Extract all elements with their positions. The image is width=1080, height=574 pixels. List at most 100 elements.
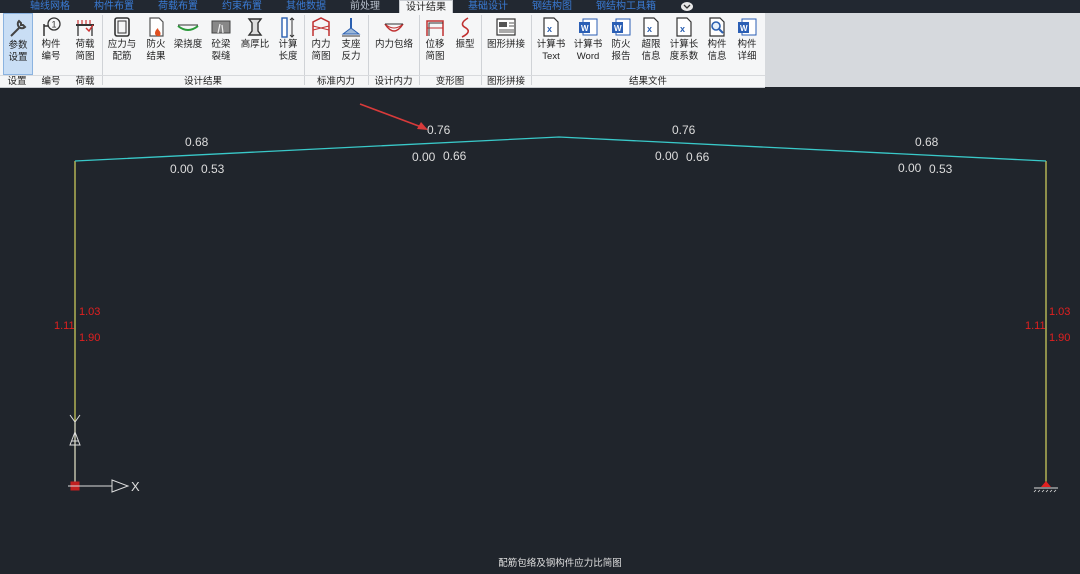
tab-preprocess[interactable]: 前处理 [350, 1, 380, 13]
member-info-label: 构件 信息 [707, 39, 727, 62]
stress-ratio-button[interactable]: 应力与 配筋 [105, 13, 139, 75]
beam-label-midright-top: 0.76 [672, 123, 696, 137]
beam-deflection-button[interactable]: 梁挠度 [172, 13, 204, 75]
group-label-stitch: 图形拼接 [481, 75, 531, 88]
wall-ratio-icon [247, 18, 263, 36]
beam-label-left-top: 0.68 [185, 135, 209, 149]
support-reaction-button[interactable]: 支座 反力 [337, 13, 365, 75]
fire-result-button[interactable]: 防火 结果 [141, 13, 171, 75]
column-label-right-outer: 1.11 [1025, 320, 1046, 332]
word-detail-icon: W [738, 18, 757, 36]
axis-x-label: X [131, 479, 140, 494]
overlimit-info-button[interactable]: x 超限 信息 [637, 13, 665, 75]
overlimit-info-label: 超限 信息 [641, 39, 661, 62]
ribbon-tab-bar: 轴线网格 构件布置 荷载布置 约束布置 其他数据 前处理 设计结果 基础设计 钢… [0, 0, 1080, 14]
beam-crack-button[interactable]: 砼梁 裂缝 [206, 13, 236, 75]
beam-label-midleft-b1: 0.00 [412, 150, 436, 164]
internal-force-button[interactable]: 内力 简图 [307, 13, 335, 75]
length-coef-button[interactable]: x 计算长 度系数 [667, 13, 701, 75]
beam-deflection-label: 梁挠度 [173, 39, 203, 50]
drawing-canvas[interactable]: 0.68 0.00 0.53 0.76 0.00 0.66 0.76 0.00 … [0, 88, 1080, 574]
calc-book-word-label: 计算书 Word [573, 39, 603, 62]
member-number-label: 构件 编号 [41, 39, 61, 62]
tab-steel-toolbox[interactable]: 钢结构工具箱 [596, 1, 656, 13]
beam-label-right-top: 0.68 [915, 135, 939, 149]
svg-text:W: W [614, 24, 622, 33]
ribbon-empty-area [765, 13, 1080, 87]
calc-length-button[interactable]: 计算 长度 [274, 13, 302, 75]
tab-constraint-layout[interactable]: 约束布置 [222, 1, 262, 13]
fire-report-button[interactable]: W 防火 报告 [607, 13, 635, 75]
vibration-mode-label: 振型 [455, 39, 475, 50]
rafter[interactable] [74, 136, 1047, 162]
height-thickness-ratio-label: 高厚比 [240, 39, 270, 50]
tab-load-layout[interactable]: 荷载布置 [158, 1, 198, 13]
tab-design-results[interactable]: 设计结果 [399, 0, 453, 14]
displacement-diagram-button[interactable]: 位移 简图 [421, 13, 449, 75]
displacement-icon [426, 20, 444, 36]
number-tag-icon: 1 [43, 17, 61, 36]
beam-label-midright-b1: 0.00 [655, 149, 679, 163]
svg-text:1: 1 [52, 20, 57, 30]
drawing-caption: 配筋包络及钢构件应力比简图 [498, 557, 622, 569]
load-diagram-label: 荷载 简图 [75, 39, 95, 62]
stress-ratio-icon [114, 17, 130, 37]
load-diagram-button[interactable]: 荷载 简图 [70, 13, 100, 75]
tab-foundation-design[interactable]: 基础设计 [468, 1, 508, 13]
group-label-standard-force: 标准内力 [304, 75, 368, 88]
fire-report-label: 防火 报告 [611, 39, 631, 62]
vibration-mode-button[interactable]: 振型 [451, 13, 479, 75]
height-thickness-ratio-button[interactable]: 高厚比 [238, 13, 272, 75]
calc-book-text-label: 计算书 Text [536, 39, 566, 62]
overlimit-doc-icon: x [643, 17, 659, 37]
graphic-stitch-label: 图形拼接 [486, 39, 525, 50]
svg-text:x: x [547, 24, 552, 34]
group-label-deformation: 变形图 [419, 75, 481, 88]
stress-ratio-label: 应力与 配筋 [107, 39, 137, 62]
beam-label-right-b1: 0.00 [898, 161, 922, 175]
length-coef-doc-icon: x [676, 17, 692, 37]
vibration-mode-icon [461, 17, 470, 38]
tab-other-data[interactable]: 其他数据 [286, 1, 326, 13]
internal-force-label: 内力 简图 [311, 39, 331, 62]
support-reaction-icon [341, 18, 361, 37]
group-label-design-force: 设计内力 [368, 75, 419, 88]
beam-label-left-b2: 0.53 [201, 162, 225, 176]
params-settings-button[interactable]: 参数 设置 [3, 13, 33, 75]
member-detail-button[interactable]: W 构件 详细 [733, 13, 761, 75]
member-info-button[interactable]: 构件 信息 [703, 13, 731, 75]
group-label-numbering: 编号 [34, 75, 68, 88]
group-label-design-results: 设计结果 [102, 75, 304, 88]
graphic-stitch-button[interactable]: 图形拼接 [484, 13, 528, 75]
svg-text:x: x [680, 24, 685, 34]
member-number-button[interactable]: 1 构件 编号 [36, 13, 66, 75]
group-label-load: 荷载 [68, 75, 102, 88]
calc-length-label: 计算 长度 [278, 39, 298, 62]
calc-book-text-button[interactable]: x 计算书 Text [534, 13, 568, 75]
beam-deflection-icon [177, 24, 199, 31]
beam-label-midleft-b2: 0.66 [443, 149, 467, 163]
force-envelope-button[interactable]: 内力包络 [371, 13, 417, 75]
beam-crack-icon [211, 20, 231, 34]
beam-label-midleft-top: 0.76 [427, 123, 451, 137]
beam-label-midright-b2: 0.66 [686, 150, 710, 164]
tab-member-layout[interactable]: 构件布置 [94, 1, 134, 13]
force-envelope-icon [384, 23, 404, 32]
ucs-axis-icon [68, 414, 130, 493]
column-label-right-b: 1.90 [1049, 332, 1070, 344]
ribbon-collapse-icon[interactable] [680, 1, 694, 12]
group-label-settings: 设置 [0, 75, 34, 88]
displacement-diagram-label: 位移 简图 [425, 39, 445, 62]
support-reaction-label: 支座 反力 [341, 39, 361, 62]
beam-label-right-b2: 0.53 [929, 162, 953, 176]
right-support-icon [1033, 481, 1058, 493]
tab-steel-drawings[interactable]: 钢结构图 [532, 1, 572, 13]
params-settings-label: 参数 设置 [8, 40, 28, 63]
annotation-arrow-icon [359, 103, 428, 130]
calc-book-word-button[interactable]: W 计算书 Word [570, 13, 606, 75]
tab-axis-grid[interactable]: 轴线网格 [30, 1, 70, 13]
column-label-right-a: 1.03 [1049, 306, 1070, 318]
column-label-left-outer: 1.11 [54, 320, 75, 332]
beam-crack-label: 砼梁 裂缝 [211, 39, 231, 62]
fire-result-label: 防火 结果 [146, 39, 166, 62]
